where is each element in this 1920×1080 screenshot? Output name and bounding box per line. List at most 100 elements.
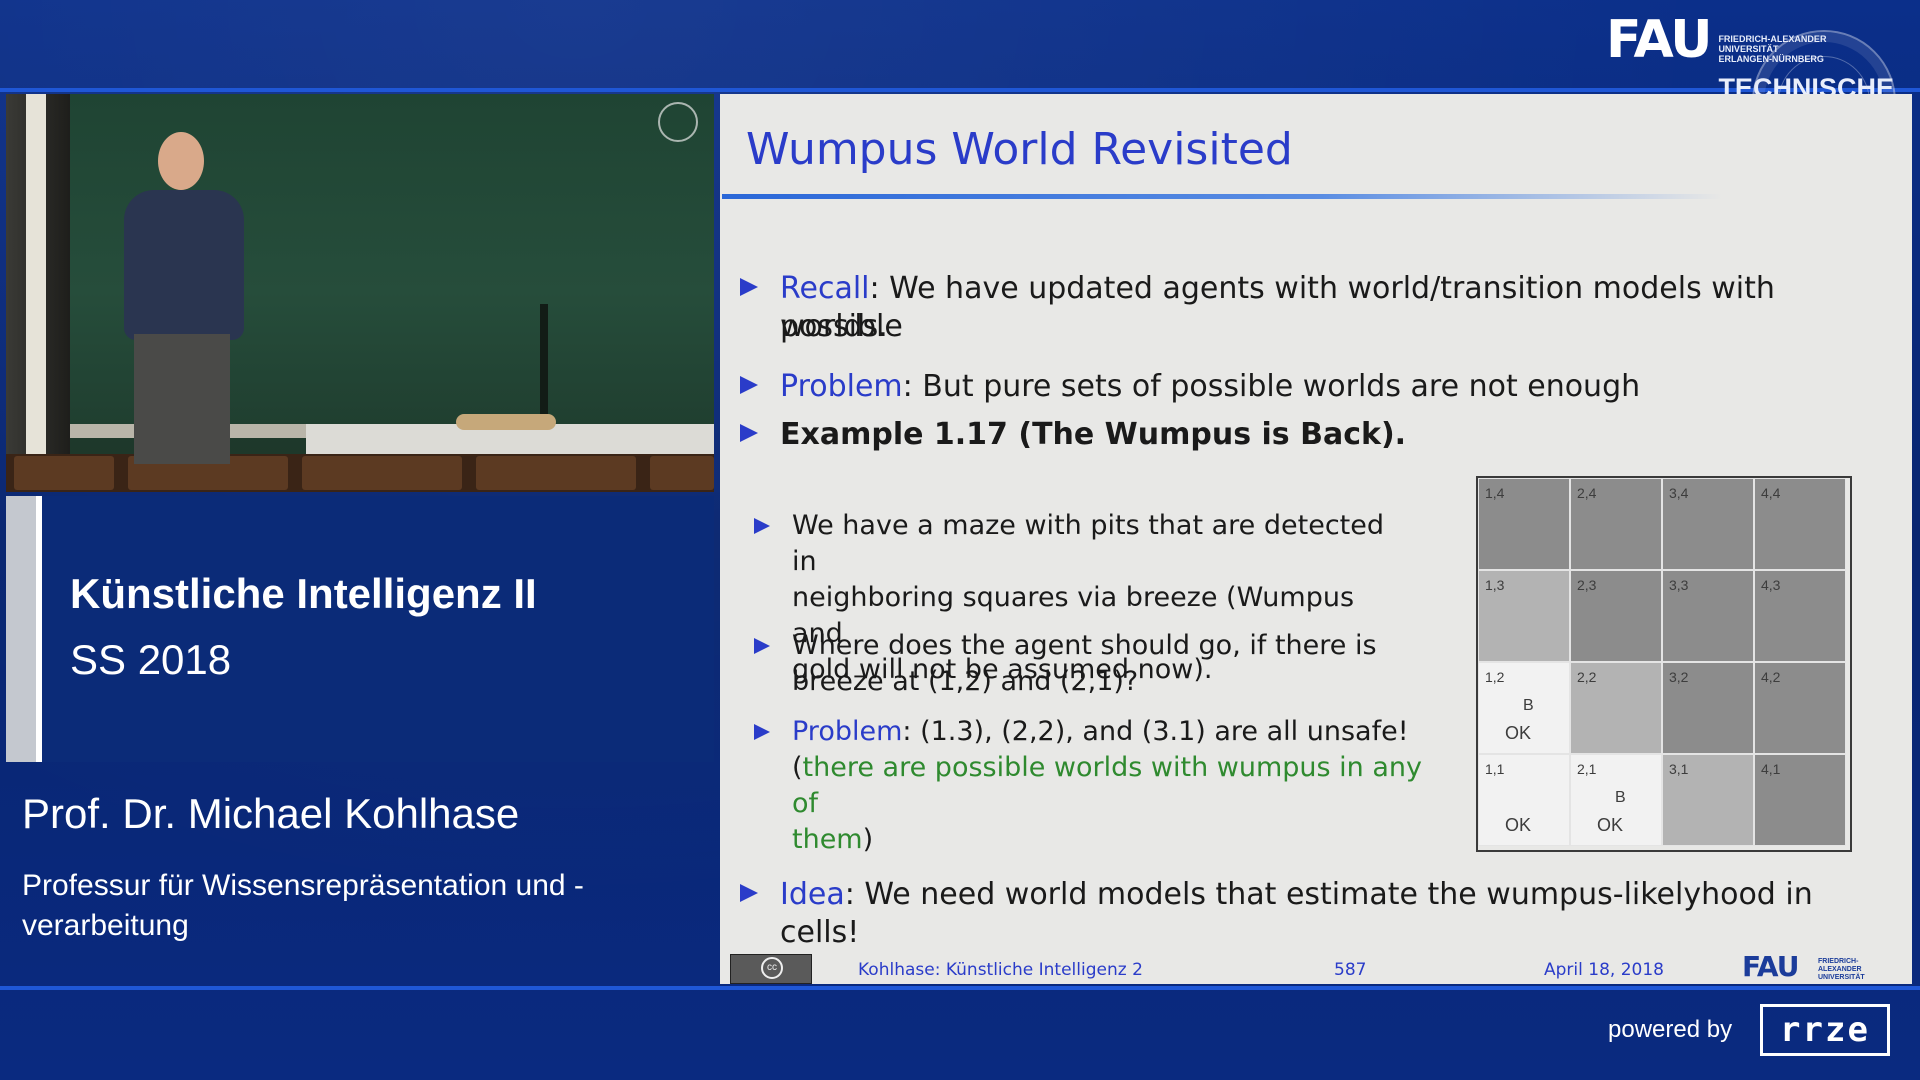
sub-bullet-icon bbox=[754, 518, 770, 534]
sub-bullet-problem-line-1: Problem: (1.3), (2,2), and (3.1) are all… bbox=[792, 714, 1432, 750]
fau-logo-mark: FAU bbox=[1606, 10, 1712, 70]
sub-bullet-where-line-1: Where does the agent should go, if there… bbox=[792, 630, 1377, 661]
desk-object bbox=[456, 414, 556, 430]
bullet-recall-text: : We have updated agents with world/tran… bbox=[780, 271, 1775, 344]
footer-date: April 18, 2018 bbox=[1544, 960, 1664, 980]
bullet-problem: Problem: But pure sets of possible world… bbox=[780, 368, 1880, 406]
slide-title-rule bbox=[722, 194, 1722, 199]
lecturer-body bbox=[124, 190, 244, 340]
course-title: Künstliche Intelligenz II bbox=[70, 570, 537, 617]
professor-name: Prof. Dr. Michael Kohlhase bbox=[22, 790, 520, 837]
sub-bullet-maze-line-1: We have a maze with pits that are detect… bbox=[792, 510, 1385, 577]
slide-title: Wumpus World Revisited bbox=[746, 124, 1293, 175]
chair bbox=[650, 456, 714, 490]
sub-bullet-problem: Problem: (1.3), (2,2), and (3.1) are all… bbox=[792, 714, 1432, 858]
grid-cell-2-3: 2,3 bbox=[1570, 570, 1662, 662]
bullet-icon bbox=[740, 884, 758, 902]
grid-cell-2-2: 2,2 bbox=[1570, 662, 1662, 754]
lecture-video[interactable] bbox=[6, 94, 714, 492]
grid-cell-1-2: 1,2 B OK bbox=[1478, 662, 1570, 754]
cell-label: 1,3 bbox=[1485, 577, 1505, 593]
grid-cell-3-1: 3,1 bbox=[1662, 754, 1754, 846]
sub-bullet-problem-line-3: them) bbox=[792, 822, 1432, 858]
powered-by-label: powered by bbox=[1608, 1016, 1733, 1043]
cell-label: 1,2 bbox=[1485, 669, 1505, 685]
bullet-problem-text: : But pure sets of possible worlds are n… bbox=[902, 369, 1641, 404]
slide-footer: Kohlhase: Künstliche Intelligenz 2 587 A… bbox=[720, 950, 1912, 984]
ok-marker: OK bbox=[1505, 815, 1532, 835]
cell-label: 3,1 bbox=[1669, 761, 1689, 777]
grid-cell-1-3: 1,3 bbox=[1478, 570, 1570, 662]
sub-bullet-problem-key: Problem bbox=[792, 716, 903, 747]
title-accent-bar bbox=[6, 496, 42, 762]
sub-bullet-problem-line-2: (there are possible worlds with wumpus i… bbox=[792, 750, 1432, 822]
bullet-recall-key: Recall bbox=[780, 271, 870, 306]
cell-label: 3,4 bbox=[1669, 485, 1689, 501]
lecturer-head bbox=[158, 132, 204, 190]
frame-line-bottom bbox=[0, 986, 1920, 990]
footer-page-number: 587 bbox=[1334, 960, 1367, 980]
wall-strip bbox=[26, 94, 46, 454]
grid-cell-4-4: 4,4 bbox=[1754, 478, 1846, 570]
grid-cell-2-1: 2,1 B OK bbox=[1570, 754, 1662, 846]
paren-close: ) bbox=[862, 824, 874, 855]
cell-label: 1,1 bbox=[1485, 761, 1505, 777]
video-watermark-seal-icon bbox=[658, 102, 698, 142]
cell-label: 2,3 bbox=[1577, 577, 1597, 593]
grid-cell-3-4: 3,4 bbox=[1662, 478, 1754, 570]
breeze-marker: B bbox=[1523, 697, 1534, 714]
sub-bullet-problem-text: : (1.3), (2,2), and (3.1) are all unsafe… bbox=[902, 716, 1409, 747]
cc-license-icon bbox=[730, 954, 812, 984]
bullet-icon bbox=[740, 376, 758, 394]
grid-cell-1-1: 1,1 OK bbox=[1478, 754, 1570, 846]
wumpus-grid: 1,4 2,4 3,4 4,4 1,3 2,3 3,3 4,3 1,2 B OK… bbox=[1476, 476, 1852, 852]
bullet-icon bbox=[740, 424, 758, 442]
ok-marker: OK bbox=[1505, 723, 1532, 743]
rrze-logo: rrze bbox=[1760, 1004, 1890, 1056]
footer-fau-logo-text: FRIEDRICH-ALEXANDER UNIVERSITÄT bbox=[1818, 958, 1865, 981]
cell-label: 4,1 bbox=[1761, 761, 1781, 777]
cell-label: 3,3 bbox=[1669, 577, 1689, 593]
footer-fau-logo-mark: FAU bbox=[1742, 950, 1799, 983]
cell-label: 4,3 bbox=[1761, 577, 1781, 593]
bullet-idea: Idea: We need world models that estimate… bbox=[780, 876, 1900, 952]
grid-cell-3-2: 3,2 bbox=[1662, 662, 1754, 754]
cell-label: 2,2 bbox=[1577, 669, 1597, 685]
course-term: SS 2018 bbox=[70, 636, 232, 683]
bullet-problem-key: Problem bbox=[780, 369, 903, 404]
bullet-recall-cont: worlds. bbox=[780, 309, 888, 344]
professor-chair: Professur für Wissensrepräsentation und … bbox=[22, 869, 584, 942]
bullet-icon bbox=[740, 278, 758, 296]
grid-cell-4-2: 4,2 bbox=[1754, 662, 1846, 754]
bullet-idea-text: : We need world models that estimate the… bbox=[780, 877, 1813, 950]
sub-bullet-icon bbox=[754, 724, 770, 740]
grid-cell-3-3: 3,3 bbox=[1662, 570, 1754, 662]
bullet-recall: Recall: We have updated agents with worl… bbox=[780, 270, 1880, 346]
green-note-2: them bbox=[792, 824, 863, 855]
lecturer bbox=[106, 124, 256, 464]
ok-marker: OK bbox=[1597, 815, 1624, 835]
slide: Wumpus World Revisited Recall: We have u… bbox=[720, 94, 1912, 984]
footer-author-course: Kohlhase: Künstliche Intelligenz 2 bbox=[858, 960, 1143, 980]
grid-cell-4-3: 4,3 bbox=[1754, 570, 1846, 662]
chair bbox=[302, 456, 462, 490]
cell-label: 4,2 bbox=[1761, 669, 1781, 685]
course-title-panel bbox=[6, 496, 714, 762]
paren-open: ( bbox=[792, 752, 803, 783]
chair bbox=[14, 456, 114, 490]
lecturer-legs bbox=[134, 334, 230, 464]
sub-bullet-where-line-2: breeze at (1,2) and (2,1)? bbox=[792, 666, 1139, 697]
sub-bullet-where: Where does the agent should go, if there… bbox=[792, 628, 1412, 700]
rrze-logo-text: rrze bbox=[1780, 1010, 1870, 1050]
cell-label: 3,2 bbox=[1669, 669, 1689, 685]
cell-label: 2,1 bbox=[1577, 761, 1597, 777]
sub-bullet-icon bbox=[754, 638, 770, 654]
chair bbox=[476, 456, 636, 490]
cell-label: 4,4 bbox=[1761, 485, 1781, 501]
green-note-1: there are possible worlds with wumpus in… bbox=[792, 752, 1423, 819]
cell-label: 2,4 bbox=[1577, 485, 1597, 501]
grid-cell-1-4: 1,4 bbox=[1478, 478, 1570, 570]
breeze-marker: B bbox=[1615, 789, 1626, 806]
cell-label: 1,4 bbox=[1485, 485, 1505, 501]
bullet-example: Example 1.17 (The Wumpus is Back). bbox=[780, 417, 1407, 452]
